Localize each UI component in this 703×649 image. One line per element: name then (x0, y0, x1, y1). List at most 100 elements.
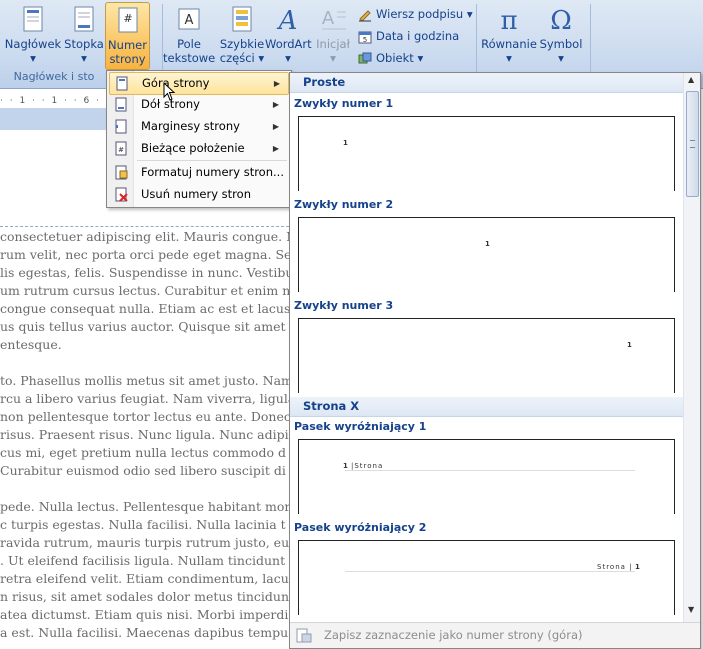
gallery-item-title: Zwykły numer 3 (294, 299, 394, 312)
submenu-arrow-icon: ▶ (272, 144, 279, 153)
page-number-sample: 1 (635, 563, 640, 571)
chevron-down-icon: ▾ (330, 51, 336, 65)
quick-parts-button[interactable]: Szybkie części ▾ (219, 2, 265, 66)
wordart-label: WordArt (265, 37, 312, 51)
quick-parts-label-1: Szybkie (219, 37, 265, 51)
gallery-item-plain-number-3[interactable]: 1 (298, 318, 675, 393)
ruler-margin (0, 108, 108, 130)
signature-line-label: Wiersz podpisu (376, 7, 464, 21)
page-number-sample: 1 (343, 462, 348, 470)
menu-item-label: Marginesy strony (141, 119, 240, 133)
gallery-item-title: Pasek wyróżniający 1 (294, 420, 427, 433)
omega-icon: Ω (550, 6, 572, 34)
gallery-item-title: Pasek wyróżniający 2 (294, 521, 427, 534)
menu-item-remove-page-numbers[interactable]: Usuń numery stron (109, 184, 287, 205)
header-button[interactable]: Nagłówek ▾ (4, 2, 62, 66)
text-box-label-2: tekstowe (163, 51, 216, 65)
wordart-icon: A (277, 6, 298, 34)
svg-text:π: π (500, 6, 517, 34)
text-box-button[interactable]: A Poletekstowe ▾ (163, 2, 216, 79)
format-page-numbers-icon (115, 165, 128, 180)
page-number-button[interactable]: # Numerstrony ▾ (105, 2, 150, 80)
scroll-down-icon[interactable]: ▼ (688, 605, 694, 614)
page-number-menu: Góra strony ▶ Dół strony ▶ Marginesy str… (106, 70, 292, 208)
gallery-item-accent-bar-2[interactable]: Strona | 1 (298, 540, 675, 615)
group-label-header-footer: Nagłówek i sto (13, 70, 95, 83)
chevron-down-icon: ▾ (558, 51, 564, 65)
wordart-button[interactable]: A WordArt ▾ (265, 2, 312, 66)
grip-icon (690, 140, 695, 148)
submenu-arrow-icon: ▶ (273, 79, 280, 88)
category-label: Proste (303, 75, 346, 89)
page-margins-icon (115, 119, 127, 134)
object-button[interactable]: Obiekt ▾ (358, 48, 423, 68)
menu-item-top-of-page[interactable]: Góra strony ▶ (109, 72, 289, 95)
footer-button[interactable]: Stopka ▾ (62, 2, 106, 66)
svg-text:5: 5 (363, 36, 367, 44)
page-label-sample: |Strona (351, 462, 384, 470)
svg-text:#: # (118, 146, 124, 154)
equation-button[interactable]: π Równanie ▾ (480, 2, 538, 66)
accent-line (345, 571, 635, 572)
symbol-label: Symbol (539, 37, 583, 51)
date-time-button[interactable]: 5 Data i godzina (358, 26, 459, 46)
gallery-category-page-x: Strona X (290, 397, 683, 417)
gallery-scrollbar[interactable]: ▲ ▼ (683, 73, 700, 622)
signature-line-icon (359, 9, 371, 22)
object-label: Obiekt (376, 51, 414, 65)
footer-button-label: Stopka (64, 37, 104, 51)
accent-line (345, 470, 635, 471)
menu-item-format-page-numbers[interactable]: Formatuj numery stron... (109, 162, 287, 183)
menu-item-current-position[interactable]: # Bieżące położenie ▶ (109, 138, 287, 159)
symbol-button[interactable]: Ω Symbol ▾ (538, 2, 584, 66)
menu-item-bottom-of-page[interactable]: Dół strony ▶ (109, 94, 287, 115)
menu-item-page-margins[interactable]: Marginesy strony ▶ (109, 116, 287, 137)
mouse-cursor-icon (163, 82, 176, 101)
scroll-up-icon[interactable]: ▲ (688, 75, 694, 84)
page-word: Strona (354, 462, 384, 470)
page-number-gallery: Proste Zwykły numer 1 1 Zwykły numer 2 1… (289, 72, 701, 649)
submenu-arrow-icon: ▶ (272, 122, 279, 131)
page-number-sample: 1 (485, 240, 490, 248)
pi-icon: π (500, 6, 517, 34)
submenu-arrow-icon: ▶ (272, 100, 279, 109)
quick-parts-label-2: części (219, 51, 255, 65)
bottom-of-page-icon (115, 97, 127, 112)
menu-item-label: Formatuj numery stron... (141, 165, 284, 179)
svg-text:Ω: Ω (550, 6, 572, 34)
chevron-down-icon: ▾ (81, 51, 87, 65)
gallery-item-plain-number-1[interactable]: 1 (298, 116, 675, 191)
page-number-label-2: strony (109, 52, 146, 66)
drop-cap-icon: A (322, 8, 346, 30)
gallery-item-plain-number-2[interactable]: 1 (298, 217, 675, 292)
chevron-down-icon: ▾ (285, 51, 291, 65)
current-position-icon: # (115, 141, 127, 156)
page-number-sample: 1 (343, 139, 348, 147)
gallery-item-title: Zwykły numer 2 (294, 198, 394, 211)
gallery-item-accent-bar-1[interactable]: 1 |Strona (298, 439, 675, 514)
chevron-down-icon: ▾ (506, 51, 512, 65)
svg-text:A: A (277, 6, 298, 34)
save-selection-label: Zapisz zaznaczenie jako numer strony (gó… (324, 628, 583, 642)
menu-separator (137, 160, 287, 161)
chevron-down-icon: ▾ (466, 7, 473, 21)
chevron-down-icon: ▾ (30, 51, 36, 65)
menu-item-label: Bieżące położenie (141, 141, 245, 155)
header-icon (23, 6, 43, 32)
text-box-icon: A (178, 8, 200, 30)
drop-cap-label: Inicjał (316, 37, 350, 51)
object-icon (358, 52, 372, 63)
remove-page-numbers-icon (115, 187, 128, 202)
equation-label: Równanie (481, 37, 537, 51)
calendar-icon: 5 (358, 31, 372, 44)
signature-line-button[interactable]: Wiersz podpisu ▾ (358, 4, 473, 24)
scrollbar-thumb[interactable] (686, 91, 699, 197)
menu-item-label: Usuń numery stron (141, 187, 251, 201)
svg-text:#: # (123, 12, 132, 25)
footer-icon (74, 6, 94, 32)
page-number-label-1: Numer (108, 38, 147, 52)
text-box-label-1: Pole (177, 37, 201, 51)
save-selection-icon (296, 628, 312, 643)
drop-cap-button[interactable]: A Inicjał ▾ (314, 2, 352, 66)
gallery-footer: Zapisz zaznaczenie jako numer strony (gó… (290, 622, 700, 648)
